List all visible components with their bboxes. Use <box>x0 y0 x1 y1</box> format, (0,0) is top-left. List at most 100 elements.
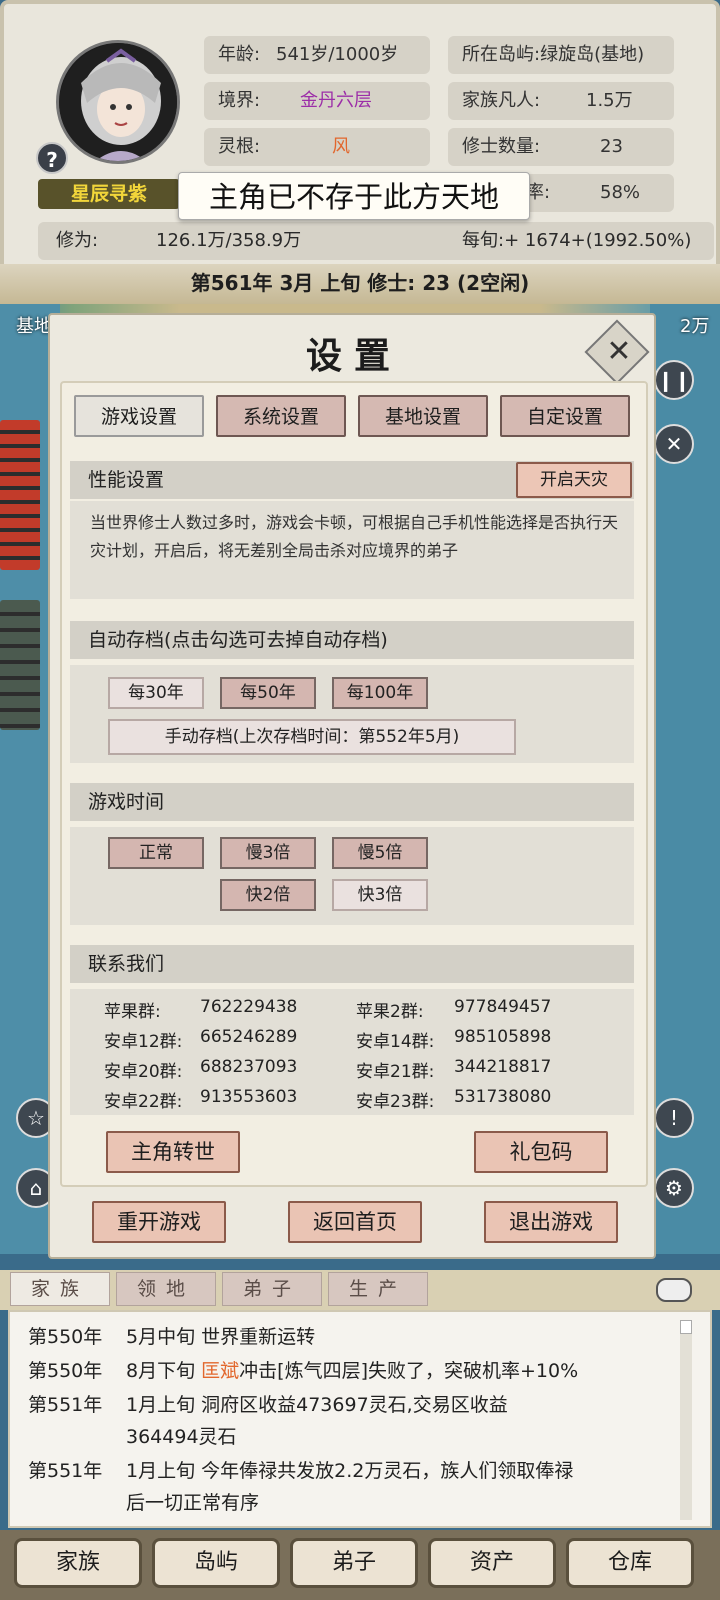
realm-label: 境界: <box>218 90 261 111</box>
cultivation-row: 修为: 126.1万/358.9万 每旬:+ 1674+(1992.50%) <box>38 222 714 260</box>
help-icon[interactable]: ? <box>36 142 68 174</box>
log-text: 1月上旬 今年俸禄共发放2.2万灵石，族人们领取俸禄 <box>126 1460 574 1482</box>
cultivators-value: 23 <box>600 136 623 157</box>
pause-icon[interactable]: ❙❙ <box>654 360 694 400</box>
pagoda-building <box>0 420 40 570</box>
nav-family[interactable]: 家族 <box>14 1538 142 1588</box>
mortals-label: 家族凡人: <box>462 90 541 111</box>
tab-family[interactable]: 家族 <box>10 1272 110 1306</box>
exit-game-button[interactable]: 退出游戏 <box>484 1201 618 1243</box>
autosave-30-button[interactable]: 每30年 <box>108 677 204 709</box>
contact-group-number[interactable]: 977849457 <box>454 997 551 1017</box>
island-location: 所在岛屿:绿旋岛(基地) <box>448 36 674 74</box>
log-text-after: 冲击[炼气四层]失败了，突破机率+10% <box>239 1360 579 1382</box>
settings-dialog: 设置 ✕ 游戏设置 系统设置 基地设置 自定设置 性能设置 开启天灾 当世界修士… <box>48 313 656 1259</box>
disciple-name-link[interactable]: 匡斌 <box>201 1360 239 1382</box>
log-text-before: 8月下旬 <box>126 1360 202 1382</box>
game-time-header: 游戏时间 <box>70 783 634 821</box>
close-icon[interactable]: ✕ <box>606 335 632 369</box>
gift-code-button[interactable]: 礼包码 <box>474 1131 608 1173</box>
spirit-root-stat: 灵根: 风 <box>204 128 430 166</box>
speed-normal-button[interactable]: 正常 <box>108 837 204 869</box>
autosave-100-button[interactable]: 每100年 <box>332 677 428 709</box>
enable-calamity-button[interactable]: 开启天灾 <box>516 462 632 498</box>
speed-slow3-button[interactable]: 慢3倍 <box>220 837 316 869</box>
manual-save-button[interactable]: 手动存档(上次存档时间：第552年5月) <box>108 719 516 755</box>
dialog-title: 设置 <box>305 335 402 377</box>
nav-islands[interactable]: 岛屿 <box>152 1538 280 1588</box>
log-tab-bar: 家族 领地 弟子 生产 <box>0 1270 720 1310</box>
log-text: 8月下旬 匡斌冲击[炼气四层]失败了，突破机率+10% <box>126 1356 578 1383</box>
cultivators-stat: 修士数量: 23 <box>448 128 674 166</box>
speed-fast3-button[interactable]: 快3倍 <box>332 879 428 911</box>
autosave-header[interactable]: 自动存档(点击勾选可去掉自动存档) <box>70 621 634 659</box>
contact-group-label: 苹果2群: <box>356 1002 424 1022</box>
log-year: 第550年 <box>28 1360 103 1382</box>
character-name[interactable]: 星辰寻紫 <box>38 179 180 209</box>
crossed-swords-icon[interactable]: ✕ <box>654 424 694 464</box>
contact-group-number[interactable]: 762229438 <box>200 997 297 1017</box>
contact-group-number[interactable]: 688237093 <box>200 1057 297 1077</box>
log-year: 第551年 <box>28 1394 103 1416</box>
log-text: 后一切正常有序 <box>126 1492 260 1514</box>
contact-header: 联系我们 <box>70 945 634 983</box>
log-entry: 第551年 1月上旬 今年俸禄共发放2.2万灵石，族人们领取俸禄 <box>28 1456 573 1483</box>
contact-group-number[interactable]: 913553603 <box>200 1087 297 1107</box>
log-entry: 第550年 8月下旬 匡斌冲击[炼气四层]失败了，突破机率+10% <box>28 1356 578 1383</box>
cultivation-label: 修为: <box>56 230 99 251</box>
reincarnate-button[interactable]: 主角转世 <box>106 1131 240 1173</box>
event-log: 第550年 5月中旬 世界重新运转 第550年 8月下旬 匡斌冲击[炼气四层]失… <box>8 1310 712 1528</box>
tab-base-settings[interactable]: 基地设置 <box>358 395 488 437</box>
age-value: 541岁/1000岁 <box>276 44 399 65</box>
notice-side-icon[interactable]: ! <box>654 1098 694 1138</box>
age-label: 年龄: <box>218 44 261 65</box>
mortals-value: 1.5万 <box>586 90 633 111</box>
settings-gear-icon[interactable]: ⚙ <box>654 1168 694 1208</box>
character-avatar[interactable] <box>56 40 180 164</box>
bottom-navigation: 家族 岛屿 弟子 资产 仓库 <box>0 1530 720 1600</box>
realm-value: 金丹六层 <box>300 90 372 111</box>
log-year: 第550年 <box>28 1326 103 1348</box>
spirit-root-label: 灵根: <box>218 136 261 157</box>
autosave-50-button[interactable]: 每50年 <box>220 677 316 709</box>
tab-production[interactable]: 生产 <box>328 1272 428 1306</box>
contact-group-label: 安卓21群: <box>356 1062 435 1082</box>
log-text: 5月中旬 世界重新运转 <box>126 1326 316 1348</box>
performance-body: 当世界修士人数过多时，游戏会卡顿，可根据自己手机性能选择是否执行天灾计划，开启后… <box>70 501 634 599</box>
speed-fast2-button[interactable]: 快2倍 <box>220 879 316 911</box>
log-scrollbar[interactable] <box>680 1320 692 1520</box>
contact-group-label: 安卓12群: <box>104 1032 183 1052</box>
map-label-left: 基地 <box>16 316 52 337</box>
log-entry: 第551年 1月上旬 洞府区收益473697灵石,交易区收益 <box>28 1390 508 1417</box>
log-year: 第551年 <box>28 1460 103 1482</box>
restart-game-button[interactable]: 重开游戏 <box>92 1201 226 1243</box>
portrait-image <box>59 43 177 161</box>
autosave-body: 每30年 每50年 每100年 手动存档(上次存档时间：第552年5月) <box>70 665 634 763</box>
contact-group-label: 安卓23群: <box>356 1092 435 1112</box>
contact-group-label: 安卓22群: <box>104 1092 183 1112</box>
log-scrollbar-thumb[interactable] <box>680 1320 692 1334</box>
contact-body: 苹果群: 762229438 苹果2群: 977849457 安卓12群: 66… <box>70 989 634 1115</box>
speed-slow5-button[interactable]: 慢5倍 <box>332 837 428 869</box>
tab-system-settings[interactable]: 系统设置 <box>216 395 346 437</box>
age-stat: 年龄: 541岁/1000岁 <box>204 36 430 74</box>
contact-group-number[interactable]: 531738080 <box>454 1087 551 1107</box>
nav-disciples[interactable]: 弟子 <box>290 1538 418 1588</box>
contact-group-label: 安卓20群: <box>104 1062 183 1082</box>
contact-group-number[interactable]: 665246289 <box>200 1027 297 1047</box>
contact-group-number[interactable]: 985105898 <box>454 1027 551 1047</box>
return-home-button[interactable]: 返回首页 <box>288 1201 422 1243</box>
income-per-period: 每旬:+ 1674+(1992.50%) <box>462 230 692 251</box>
cultivation-value: 126.1万/358.9万 <box>156 230 302 251</box>
scroll-toggle-icon[interactable] <box>656 1278 692 1302</box>
tab-territory[interactable]: 领地 <box>116 1272 216 1306</box>
nav-warehouse[interactable]: 仓库 <box>566 1538 694 1588</box>
tab-game-settings[interactable]: 游戏设置 <box>74 395 204 437</box>
tab-custom-settings[interactable]: 自定设置 <box>500 395 630 437</box>
tab-disciples[interactable]: 弟子 <box>222 1272 322 1306</box>
settings-content: 游戏设置 系统设置 基地设置 自定设置 性能设置 开启天灾 当世界修士人数过多时… <box>60 381 648 1187</box>
island-location-text: 所在岛屿:绿旋岛(基地) <box>462 44 645 65</box>
contact-group-number[interactable]: 344218817 <box>454 1057 551 1077</box>
performance-title: 性能设置 <box>88 469 165 491</box>
nav-assets[interactable]: 资产 <box>428 1538 556 1588</box>
